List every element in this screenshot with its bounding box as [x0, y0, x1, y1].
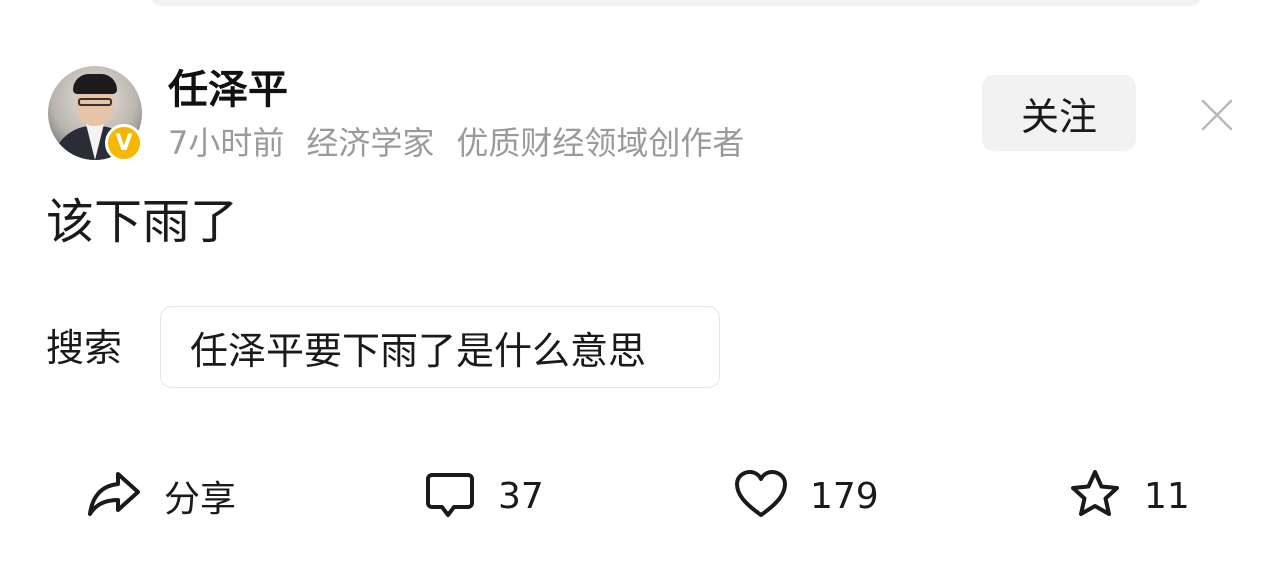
- author-meta: 7小时前 经济学家 优质财经领域创作者: [168, 122, 766, 164]
- action-bar: 分享 37 179 11: [0, 460, 1280, 532]
- author-title: 经济学家: [306, 124, 435, 162]
- share-label: 分享: [164, 479, 237, 520]
- author-name[interactable]: 任泽平: [168, 64, 288, 116]
- close-icon[interactable]: [1196, 94, 1238, 136]
- search-suggestion[interactable]: 任泽平要下雨了是什么意思: [160, 306, 720, 388]
- search-label: 搜索: [46, 326, 123, 370]
- top-bar-edge: [150, 0, 1202, 6]
- comment-icon: [424, 469, 476, 523]
- like-count: 179: [810, 475, 879, 517]
- comment-button[interactable]: 37: [424, 460, 544, 532]
- like-button[interactable]: 179: [734, 460, 879, 532]
- favorite-count: 11: [1144, 475, 1190, 517]
- comment-count: 37: [498, 475, 544, 517]
- share-button[interactable]: 分享: [86, 460, 236, 532]
- verified-icon: V: [105, 124, 143, 162]
- heart-icon: [734, 469, 788, 523]
- post-time: 7小时前: [168, 124, 285, 162]
- share-icon: [86, 468, 142, 524]
- post-text: 该下雨了: [46, 194, 239, 250]
- star-icon: [1068, 468, 1122, 524]
- follow-button[interactable]: 关注: [982, 75, 1136, 151]
- author-tag: 优质财经领域创作者: [456, 124, 745, 162]
- favorite-button[interactable]: 11: [1068, 460, 1190, 532]
